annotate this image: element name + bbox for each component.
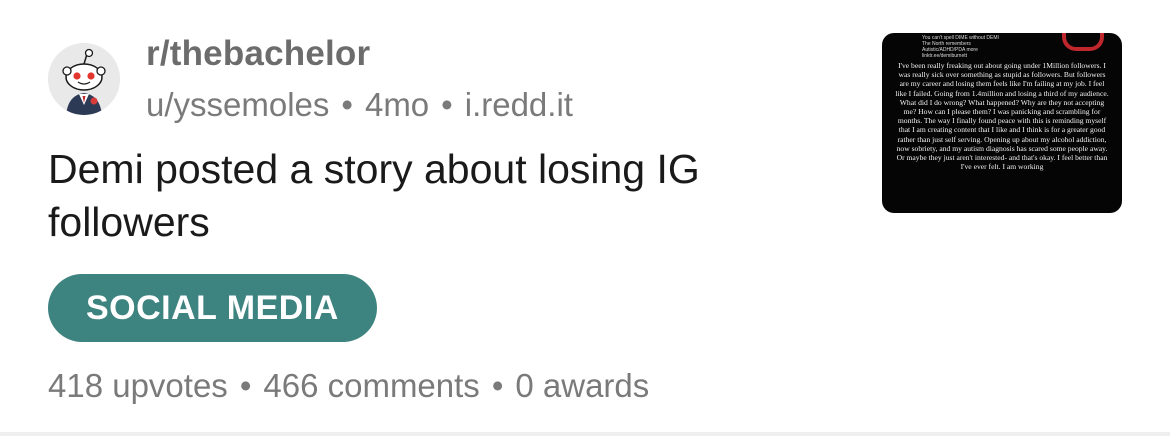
post-card[interactable]: r/thebachelor u/yssemoles • 4mo • i.redd.it … bbox=[0, 0, 1170, 436]
post-stats: 418 upvotes • 466 comments • 0 awards bbox=[48, 367, 649, 405]
post-age: 4mo bbox=[364, 86, 430, 123]
upvote-count: 418 upvotes bbox=[48, 367, 228, 404]
post-thumbnail[interactable]: You can't spell DIME without DEMI The No… bbox=[882, 33, 1122, 213]
post-domain[interactable]: i.redd.it bbox=[465, 86, 573, 123]
card-divider bbox=[0, 432, 1170, 436]
reddit-snoo-avatar-icon bbox=[48, 43, 120, 115]
separator-dot: • bbox=[441, 86, 453, 123]
separator-dot: • bbox=[341, 86, 353, 123]
separator-dot: • bbox=[491, 367, 504, 404]
thumbnail-story-text: I've been really freaking out about goin… bbox=[895, 61, 1109, 172]
flair-badge[interactable]: SOCIAL MEDIA bbox=[48, 274, 377, 342]
award-count: 0 awards bbox=[515, 367, 650, 404]
thumbnail-header-text: You can't spell DIME without DEMI The No… bbox=[922, 35, 1072, 59]
post-meta: u/yssemoles • 4mo • i.redd.it bbox=[146, 86, 573, 124]
comment-count[interactable]: 466 comments bbox=[263, 367, 479, 404]
thumbnail-header-line: linktr.ee/demiburnett bbox=[922, 53, 968, 59]
author-username[interactable]: u/yssemoles bbox=[146, 86, 329, 123]
separator-dot: • bbox=[239, 367, 252, 404]
subreddit-avatar[interactable] bbox=[48, 43, 120, 115]
subreddit-name[interactable]: r/thebachelor bbox=[146, 34, 370, 74]
post-title[interactable]: Demi posted a story about losing IG foll… bbox=[48, 143, 838, 249]
